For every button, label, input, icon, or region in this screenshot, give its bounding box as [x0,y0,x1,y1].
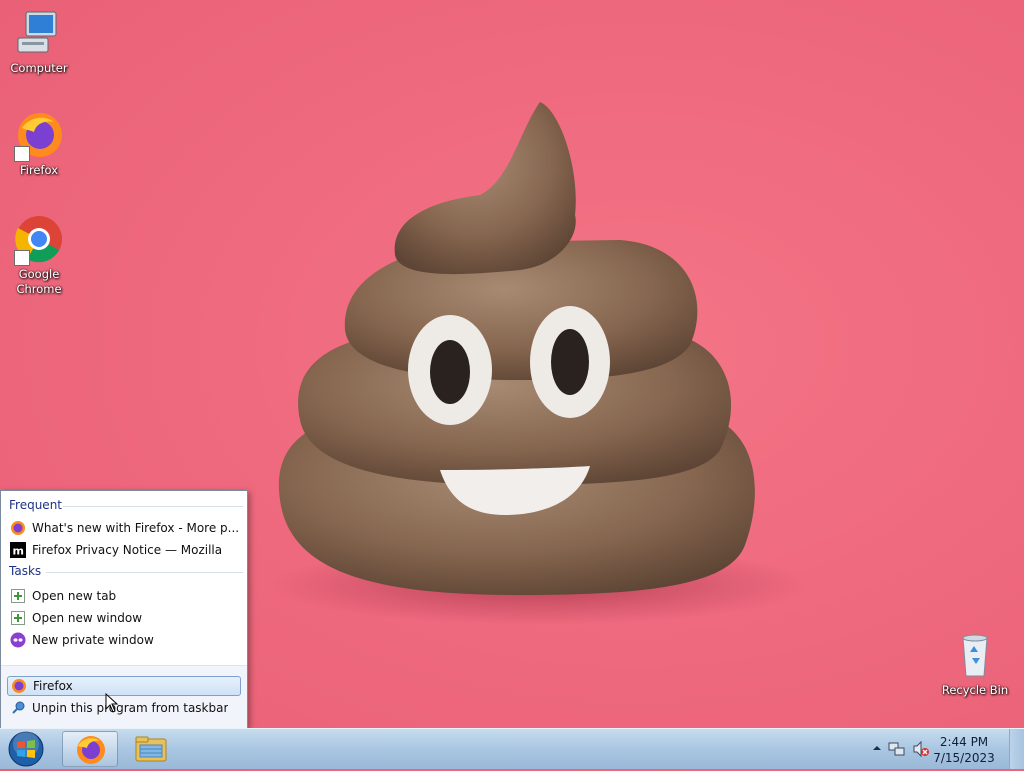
jump-list-item-whats-new[interactable]: What's new with Firefox - More p... [7,518,241,538]
jump-list-item-unpin[interactable]: Unpin this program from taskbar [7,698,241,718]
jump-list-frequent-header: Frequent [9,498,62,512]
show-desktop-button[interactable] [1009,729,1024,769]
jump-list-item-privacy-notice[interactable]: m Firefox Privacy Notice — Mozilla [7,540,241,560]
mozilla-m-icon: m [10,542,26,558]
desktop-icon-label: Firefox [19,163,59,177]
shortcut-arrow-icon [14,250,30,266]
new-tab-icon [11,589,25,603]
jump-list-item-firefox[interactable]: Firefox [7,676,241,696]
show-hidden-icons-arrow[interactable] [872,743,882,753]
taskbar-firefox-button[interactable] [62,731,118,767]
network-icon[interactable] [888,740,906,758]
unpin-icon [12,701,25,714]
desktop-icon-label: Google Chrome [16,267,62,296]
mouse-cursor-icon [105,693,119,713]
desktop-icon-computer[interactable]: Computer [0,8,78,76]
windows-orb-icon [8,731,44,767]
computer-icon [14,8,64,58]
firefox-icon [11,521,25,535]
desktop-icon-google-chrome[interactable]: Google Chrome [0,214,78,297]
jump-list-task-open-new-window[interactable]: Open new window [7,608,241,628]
jump-list-item-label: Firefox Privacy Notice — Mozilla [32,543,223,557]
firefox-icon [14,110,64,162]
desktop-icon-label: Computer [10,61,68,75]
taskbar: 2:44 PM 7/15/2023 [0,728,1024,769]
desktop-icon-label: Recycle Bin [941,683,1009,697]
jump-list-item-label: Open new window [32,611,143,625]
svg-text:m: m [13,545,24,558]
file-explorer-icon [135,736,167,762]
taskbar-file-explorer-button[interactable] [124,731,180,767]
recycle-bin-icon [950,630,1000,680]
jump-list-item-label: What's new with Firefox - More p... [32,521,240,535]
jump-list-tasks-header: Tasks [9,564,42,578]
jump-list-item-label: Unpin this program from taskbar [32,701,229,715]
clock-time: 2:44 PM [939,735,989,749]
private-mask-icon [10,632,26,648]
divider [46,572,243,573]
clock-date: 7/15/2023 [933,751,995,765]
jump-list-item-label: Firefox [33,679,73,693]
new-window-icon [11,611,25,625]
firefox-jump-list: Frequent What's new with Firefox - More … [0,490,248,728]
divider [63,506,243,507]
jump-list-task-open-new-tab[interactable]: Open new tab [7,586,241,606]
firefox-icon [77,736,105,764]
jump-list-item-label: New private window [32,633,154,647]
jump-list-task-new-private-window[interactable]: New private window [7,630,241,650]
firefox-icon [12,679,26,693]
chrome-icon [14,214,64,266]
shortcut-arrow-icon [14,146,30,162]
jump-list-item-label: Open new tab [32,589,117,603]
desktop-icon-firefox[interactable]: Firefox [0,110,78,178]
taskbar-clock[interactable]: 2:44 PM 7/15/2023 [932,734,996,766]
volume-muted-icon[interactable] [912,740,930,758]
jump-list-footer: Firefox Unpin this program from taskbar [1,665,247,728]
desktop-icon-recycle-bin[interactable]: Recycle Bin [936,630,1014,698]
start-button[interactable] [5,730,47,768]
